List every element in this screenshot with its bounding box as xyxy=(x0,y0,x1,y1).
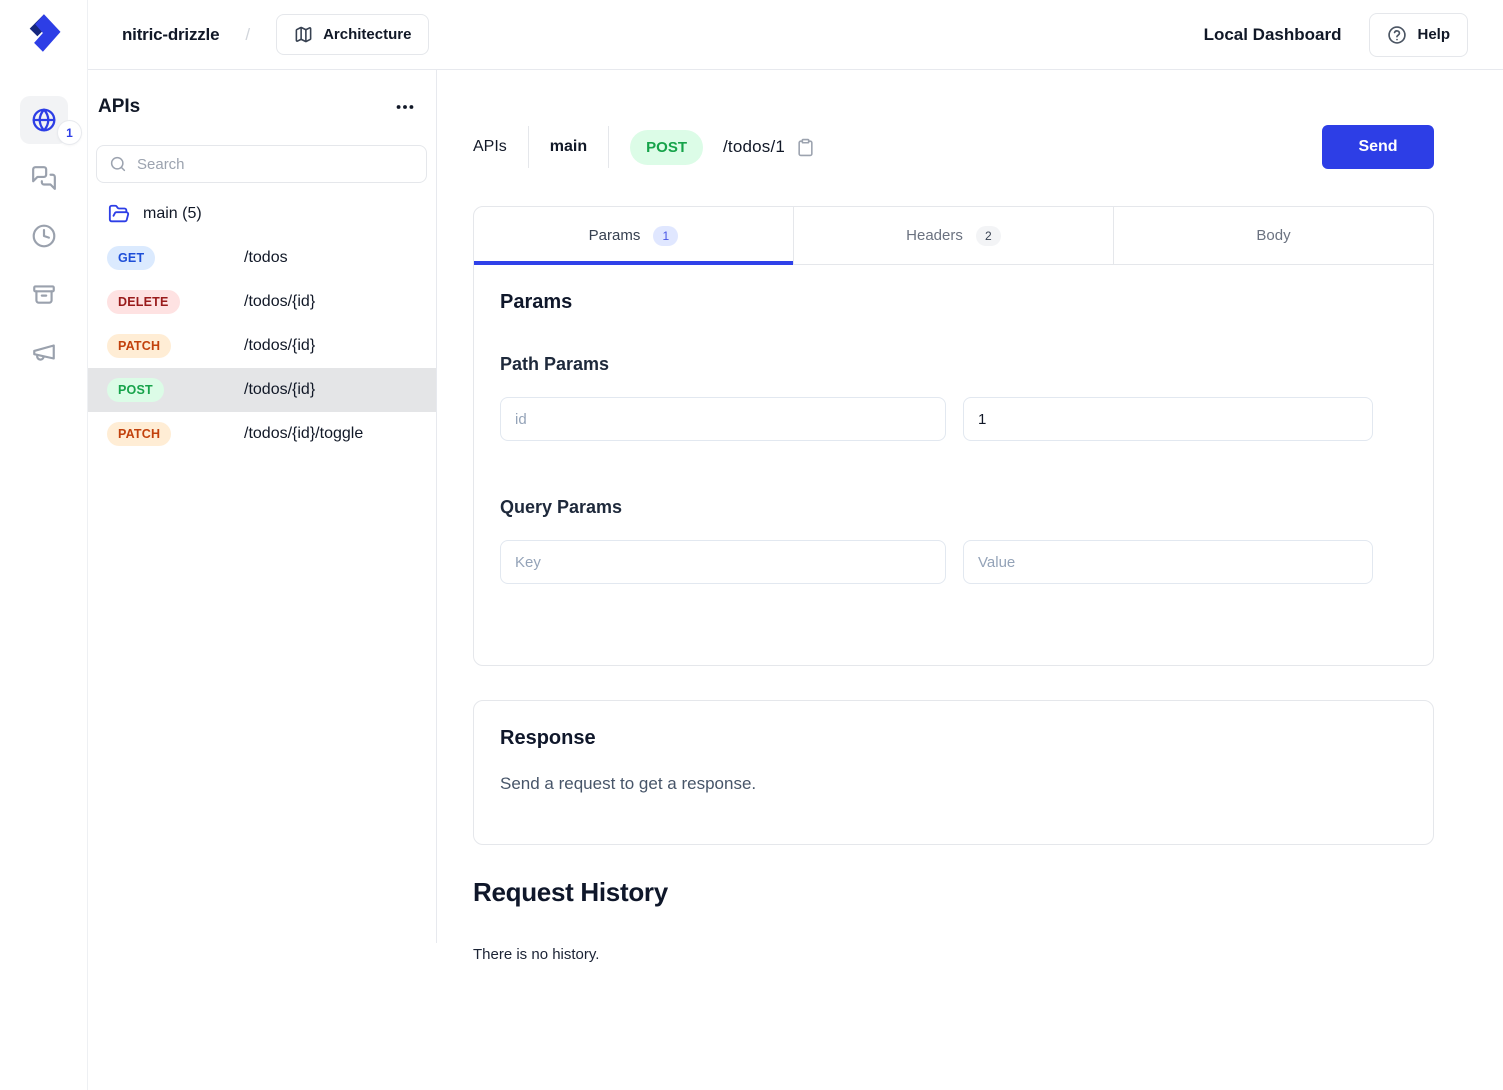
send-button[interactable]: Send xyxy=(1322,125,1434,169)
path-param-value-input[interactable] xyxy=(963,397,1373,441)
api-group-main[interactable]: main (5) xyxy=(88,192,436,236)
megaphone-icon xyxy=(31,339,57,365)
topbar-breadcrumb: nitric-drizzle / Architecture xyxy=(122,14,429,55)
copy-path-button[interactable] xyxy=(796,138,815,157)
method-badge: PATCH xyxy=(107,334,171,358)
tab-count-badge: 1 xyxy=(653,226,678,246)
sidebar-title: APIs xyxy=(98,96,140,118)
path-params-row xyxy=(500,397,1407,441)
help-button[interactable]: Help xyxy=(1369,13,1468,57)
endpoint-path: /todos/{id}/toggle xyxy=(244,425,363,443)
endpoint-path: /todos xyxy=(244,249,288,267)
query-params-row xyxy=(500,540,1407,584)
method-badge: POST xyxy=(107,378,164,402)
tab-label: Params xyxy=(589,227,641,244)
endpoint-list: GET/todosDELETE/todos/{id}PATCH/todos/{i… xyxy=(88,236,436,456)
request-tabs: Params 1 Headers 2 Body xyxy=(474,207,1433,265)
api-group-label: main (5) xyxy=(143,205,202,223)
ellipsis-icon xyxy=(394,96,416,118)
tab-params[interactable]: Params 1 xyxy=(474,207,793,265)
clock-icon xyxy=(31,223,57,249)
request-breadcrumb: APIs main POST /todos/1 xyxy=(473,126,815,168)
path-param-key-input[interactable] xyxy=(500,397,946,441)
tab-body[interactable]: Body xyxy=(1113,207,1433,265)
apis-sidebar: APIs main (5) GET/todosDELETE/todos/{id}… xyxy=(88,70,437,943)
resource-rail: 1 xyxy=(0,0,88,1090)
request-path: /todos/1 xyxy=(723,137,785,157)
params-panel: Params Path Params Query Params xyxy=(474,265,1433,610)
method-badge: PATCH xyxy=(107,422,171,446)
clipboard-icon xyxy=(796,138,815,157)
architecture-button[interactable]: Architecture xyxy=(276,14,429,55)
method-badge-wrap: GET xyxy=(107,246,244,270)
api-endpoint-row[interactable]: DELETE/todos/{id} xyxy=(88,280,436,324)
rail-nav: 1 xyxy=(20,96,68,376)
api-endpoint-row[interactable]: PATCH/todos/{id} xyxy=(88,324,436,368)
help-label: Help xyxy=(1417,26,1450,43)
nitric-logo-icon xyxy=(22,11,66,55)
globe-icon xyxy=(31,107,57,133)
query-param-value-input[interactable] xyxy=(963,540,1373,584)
query-params-heading: Query Params xyxy=(500,497,1407,518)
apis-count-badge: 1 xyxy=(57,120,82,145)
topbar: nitric-drizzle / Architecture Local Dash… xyxy=(88,0,1503,70)
rail-item-websockets[interactable] xyxy=(20,154,68,202)
request-history-empty-message: There is no history. xyxy=(473,946,599,963)
rail-item-topics[interactable] xyxy=(20,328,68,376)
rail-item-schedules[interactable] xyxy=(20,212,68,260)
method-badge-wrap: DELETE xyxy=(107,290,244,314)
nitric-logo[interactable] xyxy=(22,11,66,57)
sidebar-search xyxy=(96,145,427,183)
project-name: nitric-drizzle xyxy=(122,25,219,45)
tab-label: Body xyxy=(1256,227,1290,244)
request-history-heading: Request History xyxy=(473,877,668,908)
endpoint-path: /todos/{id} xyxy=(244,337,315,355)
response-heading: Response xyxy=(500,727,1407,750)
endpoint-path: /todos/{id} xyxy=(244,293,315,311)
topbar-right: Local Dashboard Help xyxy=(1204,13,1468,57)
search-icon xyxy=(109,155,127,173)
folder-open-icon xyxy=(108,203,130,225)
breadcrumb-divider xyxy=(608,126,609,168)
method-badge-wrap: POST xyxy=(107,378,244,402)
method-badge-wrap: PATCH xyxy=(107,422,244,446)
api-endpoint-row[interactable]: PATCH/todos/{id}/toggle xyxy=(88,412,436,456)
request-config-card: Params 1 Headers 2 Body Params Path Params Q… xyxy=(473,206,1434,666)
breadcrumb-group: main xyxy=(550,138,587,156)
method-badge: GET xyxy=(107,246,155,270)
sidebar-header: APIs xyxy=(98,90,420,124)
request-method-badge: POST xyxy=(630,130,703,165)
tab-label: Headers xyxy=(906,227,963,244)
architecture-label: Architecture xyxy=(323,26,411,43)
tab-count-badge: 2 xyxy=(976,226,1001,246)
breadcrumb-separator: / xyxy=(245,25,250,45)
chat-bubbles-icon xyxy=(31,165,57,191)
dashboard-title: Local Dashboard xyxy=(1204,25,1342,45)
archive-box-icon xyxy=(31,281,57,307)
params-heading: Params xyxy=(500,291,1407,314)
query-param-key-input[interactable] xyxy=(500,540,946,584)
request-header: APIs main POST /todos/1 Send xyxy=(473,125,1434,169)
response-card: Response Send a request to get a respons… xyxy=(473,700,1434,845)
api-endpoint-row[interactable]: POST/todos/{id} xyxy=(88,368,436,412)
breadcrumb-apis: APIs xyxy=(473,138,507,156)
endpoint-path: /todos/{id} xyxy=(244,381,315,399)
map-icon xyxy=(294,25,313,44)
help-circle-icon xyxy=(1387,25,1407,45)
tab-headers[interactable]: Headers 2 xyxy=(793,207,1113,265)
method-badge: DELETE xyxy=(107,290,180,314)
search-input[interactable] xyxy=(137,156,414,173)
path-params-heading: Path Params xyxy=(500,354,1407,375)
breadcrumb-divider xyxy=(528,126,529,168)
method-badge-wrap: PATCH xyxy=(107,334,244,358)
rail-item-apis[interactable]: 1 xyxy=(20,96,68,144)
sidebar-menu-button[interactable] xyxy=(390,92,420,122)
api-endpoint-row[interactable]: GET/todos xyxy=(88,236,436,280)
response-empty-message: Send a request to get a response. xyxy=(500,774,1407,794)
rail-item-storage[interactable] xyxy=(20,270,68,318)
